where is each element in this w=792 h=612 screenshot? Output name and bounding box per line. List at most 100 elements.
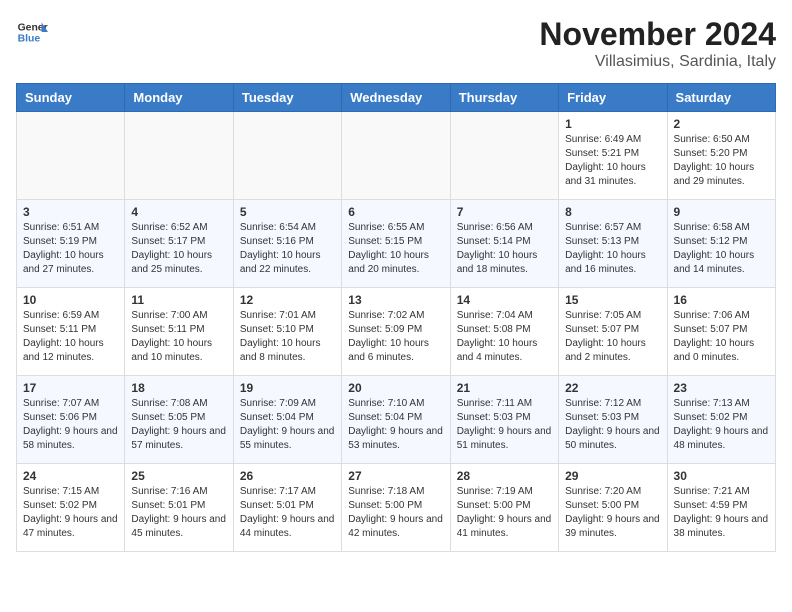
day-info: Sunrise: 7:16 AMSunset: 5:01 PMDaylight:…	[131, 485, 226, 541]
day-number: 16	[674, 293, 769, 307]
day-info: Sunrise: 7:18 AMSunset: 5:00 PMDaylight:…	[348, 485, 443, 541]
page-header: General Blue November 2024 Villasimius, …	[16, 16, 776, 71]
day-number: 6	[348, 205, 443, 219]
day-info: Sunrise: 6:58 AMSunset: 5:12 PMDaylight:…	[674, 221, 769, 277]
location: Villasimius, Sardinia, Italy	[539, 53, 776, 71]
day-number: 17	[23, 381, 118, 395]
day-info: Sunrise: 7:07 AMSunset: 5:06 PMDaylight:…	[23, 397, 118, 453]
day-number: 23	[674, 381, 769, 395]
logo: General Blue	[16, 16, 48, 48]
day-of-week-wednesday: Wednesday	[342, 84, 450, 112]
day-number: 3	[23, 205, 118, 219]
day-info: Sunrise: 6:56 AMSunset: 5:14 PMDaylight:…	[457, 221, 552, 277]
day-of-week-friday: Friday	[559, 84, 667, 112]
day-info: Sunrise: 7:00 AMSunset: 5:11 PMDaylight:…	[131, 309, 226, 365]
day-number: 18	[131, 381, 226, 395]
calendar-cell: 28 Sunrise: 7:19 AMSunset: 5:00 PMDayligh…	[450, 464, 558, 552]
day-info: Sunrise: 6:59 AMSunset: 5:11 PMDaylight:…	[23, 309, 118, 365]
calendar-cell: 21Sunrise: 7:11 AMSunset: 5:03 PMDayligh…	[450, 376, 558, 464]
day-info: Sunrise: 7:17 AMSunset: 5:01 PMDaylight:…	[240, 485, 335, 541]
calendar-cell: 8 Sunrise: 6:57 AMSunset: 5:13 PMDaylight…	[559, 200, 667, 288]
calendar-cell: 5Sunrise: 6:54 AMSunset: 5:16 PMDaylight…	[233, 200, 341, 288]
week-row-2: 3 Sunrise: 6:51 AMSunset: 5:19 PMDaylight…	[17, 200, 776, 288]
calendar-cell: 11 Sunrise: 7:00 AMSunset: 5:11 PMDayligh…	[125, 288, 233, 376]
calendar-cell	[17, 112, 125, 200]
day-info: Sunrise: 7:04 AMSunset: 5:08 PMDaylight:…	[457, 309, 552, 365]
day-number: 30	[674, 469, 769, 483]
day-number: 1	[565, 117, 660, 131]
day-info: Sunrise: 7:19 AMSunset: 5:00 PMDaylight:…	[457, 485, 552, 541]
day-info: Sunrise: 7:21 AMSunset: 4:59 PMDaylight:…	[674, 485, 769, 541]
day-of-week-thursday: Thursday	[450, 84, 558, 112]
calendar-cell: 7 Sunrise: 6:56 AMSunset: 5:14 PMDaylight…	[450, 200, 558, 288]
day-number: 2	[674, 117, 769, 131]
calendar-cell: 25 Sunrise: 7:16 AMSunset: 5:01 PMDayligh…	[125, 464, 233, 552]
day-info: Sunrise: 7:15 AMSunset: 5:02 PMDaylight:…	[23, 485, 118, 541]
day-info: Sunrise: 6:51 AMSunset: 5:19 PMDaylight:…	[23, 221, 118, 277]
day-number: 25	[131, 469, 226, 483]
week-row-3: 10 Sunrise: 6:59 AMSunset: 5:11 PMDayligh…	[17, 288, 776, 376]
calendar-cell: 14 Sunrise: 7:04 AMSunset: 5:08 PMDayligh…	[450, 288, 558, 376]
calendar-cell: 3 Sunrise: 6:51 AMSunset: 5:19 PMDaylight…	[17, 200, 125, 288]
day-info: Sunrise: 7:09 AMSunset: 5:04 PMDaylight:…	[240, 397, 335, 453]
month-year: November 2024	[539, 16, 776, 53]
day-info: Sunrise: 7:11 AMSunset: 5:03 PMDaylight:…	[457, 397, 552, 453]
title-block: November 2024 Villasimius, Sardinia, Ita…	[539, 16, 776, 71]
day-number: 28	[457, 469, 552, 483]
day-number: 15	[565, 293, 660, 307]
calendar-cell: 9 Sunrise: 6:58 AMSunset: 5:12 PMDaylight…	[667, 200, 775, 288]
day-number: 9	[674, 205, 769, 219]
calendar-table: SundayMondayTuesdayWednesdayThursdayFrid…	[16, 83, 776, 552]
calendar-cell: 10 Sunrise: 6:59 AMSunset: 5:11 PMDayligh…	[17, 288, 125, 376]
week-row-5: 24Sunrise: 7:15 AMSunset: 5:02 PMDayligh…	[17, 464, 776, 552]
day-number: 26	[240, 469, 335, 483]
calendar-cell: 13Sunrise: 7:02 AMSunset: 5:09 PMDayligh…	[342, 288, 450, 376]
day-number: 10	[23, 293, 118, 307]
calendar-cell: 30 Sunrise: 7:21 AMSunset: 4:59 PMDayligh…	[667, 464, 775, 552]
day-info: Sunrise: 6:49 AMSunset: 5:21 PMDaylight:…	[565, 133, 660, 189]
calendar-cell: 24Sunrise: 7:15 AMSunset: 5:02 PMDayligh…	[17, 464, 125, 552]
day-of-week-header-row: SundayMondayTuesdayWednesdayThursdayFrid…	[17, 84, 776, 112]
day-number: 8	[565, 205, 660, 219]
calendar-cell: 27 Sunrise: 7:18 AMSunset: 5:00 PMDayligh…	[342, 464, 450, 552]
calendar-cell: 1 Sunrise: 6:49 AMSunset: 5:21 PMDaylight…	[559, 112, 667, 200]
day-info: Sunrise: 6:54 AMSunset: 5:16 PMDaylight:…	[240, 221, 335, 277]
calendar-cell	[450, 112, 558, 200]
calendar-cell: 4Sunrise: 6:52 AMSunset: 5:17 PMDaylight…	[125, 200, 233, 288]
calendar-cell: 18 Sunrise: 7:08 AMSunset: 5:05 PMDayligh…	[125, 376, 233, 464]
day-info: Sunrise: 7:10 AMSunset: 5:04 PMDaylight:…	[348, 397, 443, 453]
calendar-cell: 29Sunrise: 7:20 AMSunset: 5:00 PMDayligh…	[559, 464, 667, 552]
day-number: 14	[457, 293, 552, 307]
day-number: 12	[240, 293, 335, 307]
day-number: 19	[240, 381, 335, 395]
svg-text:Blue: Blue	[18, 34, 41, 45]
day-of-week-monday: Monday	[125, 84, 233, 112]
calendar-cell	[342, 112, 450, 200]
day-number: 7	[457, 205, 552, 219]
calendar-cell: 16Sunrise: 7:06 AMSunset: 5:07 PMDayligh…	[667, 288, 775, 376]
calendar-cell: 6 Sunrise: 6:55 AMSunset: 5:15 PMDaylight…	[342, 200, 450, 288]
day-number: 29	[565, 469, 660, 483]
day-number: 22	[565, 381, 660, 395]
day-of-week-sunday: Sunday	[17, 84, 125, 112]
logo-icon: General Blue	[16, 16, 48, 48]
calendar-body: 1 Sunrise: 6:49 AMSunset: 5:21 PMDaylight…	[17, 112, 776, 552]
day-number: 27	[348, 469, 443, 483]
day-info: Sunrise: 7:08 AMSunset: 5:05 PMDaylight:…	[131, 397, 226, 453]
day-info: Sunrise: 6:57 AMSunset: 5:13 PMDaylight:…	[565, 221, 660, 277]
day-info: Sunrise: 6:55 AMSunset: 5:15 PMDaylight:…	[348, 221, 443, 277]
week-row-4: 17 Sunrise: 7:07 AMSunset: 5:06 PMDayligh…	[17, 376, 776, 464]
calendar-cell: 17 Sunrise: 7:07 AMSunset: 5:06 PMDayligh…	[17, 376, 125, 464]
calendar-cell: 19 Sunrise: 7:09 AMSunset: 5:04 PMDayligh…	[233, 376, 341, 464]
calendar-cell: 2 Sunrise: 6:50 AMSunset: 5:20 PMDaylight…	[667, 112, 775, 200]
calendar-cell	[125, 112, 233, 200]
day-info: Sunrise: 7:12 AMSunset: 5:03 PMDaylight:…	[565, 397, 660, 453]
calendar-cell: 22 Sunrise: 7:12 AMSunset: 5:03 PMDayligh…	[559, 376, 667, 464]
day-number: 11	[131, 293, 226, 307]
calendar-cell: 23Sunrise: 7:13 AMSunset: 5:02 PMDayligh…	[667, 376, 775, 464]
calendar-cell: 26 Sunrise: 7:17 AMSunset: 5:01 PMDayligh…	[233, 464, 341, 552]
day-of-week-saturday: Saturday	[667, 84, 775, 112]
day-info: Sunrise: 7:02 AMSunset: 5:09 PMDaylight:…	[348, 309, 443, 365]
calendar-cell	[233, 112, 341, 200]
day-info: Sunrise: 6:50 AMSunset: 5:20 PMDaylight:…	[674, 133, 769, 189]
